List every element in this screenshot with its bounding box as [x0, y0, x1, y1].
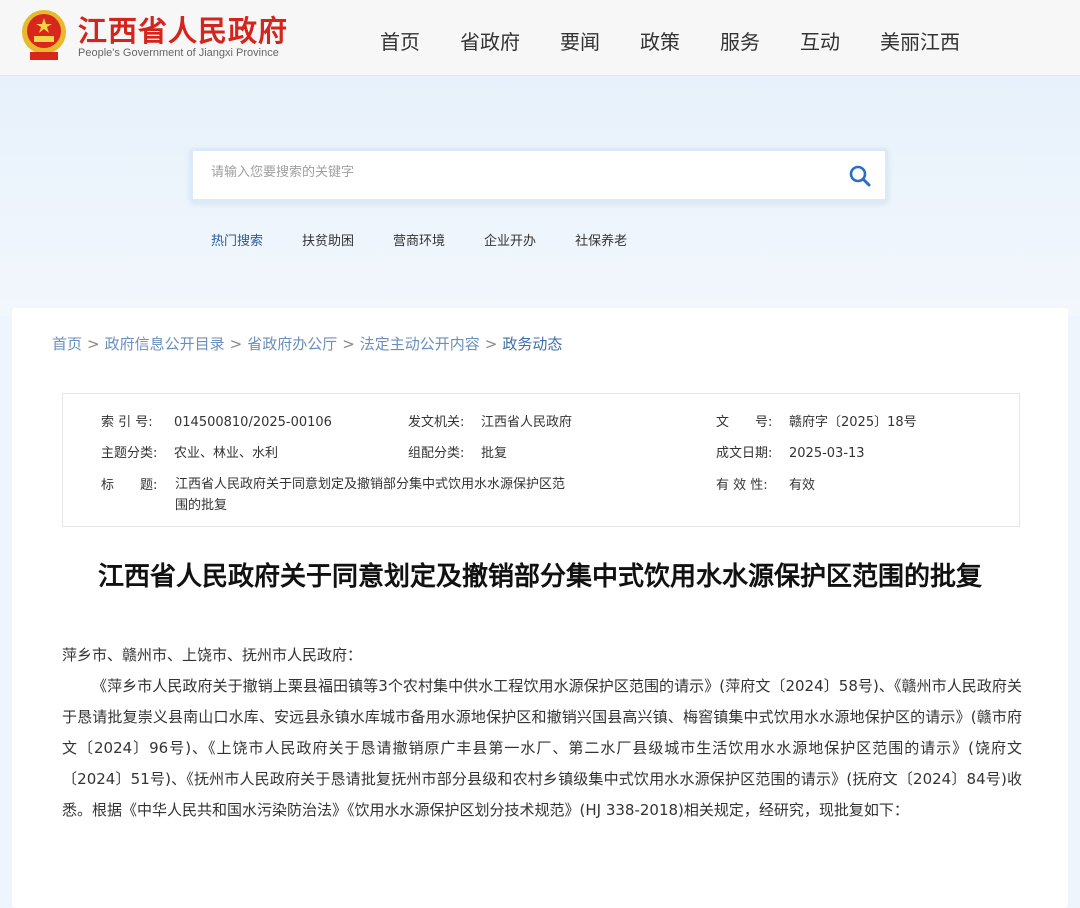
article-paragraph: 《萍乡市人民政府关于撤销上栗县福田镇等3个农村集中供水工程饮用水源保护区范围的请…	[62, 677, 1022, 819]
site-logo-subtitle: People's Government of Jiangxi Province	[78, 47, 279, 59]
search-input[interactable]	[211, 165, 811, 180]
hot-search-link[interactable]: 社保养老	[575, 230, 627, 249]
site-logo-title[interactable]: 江西省人民政府	[78, 8, 288, 50]
nav-home[interactable]: 首页	[380, 26, 420, 55]
hot-search-link[interactable]: 扶贫助困	[302, 230, 354, 249]
breadcrumb-current[interactable]: 政务动态	[502, 335, 562, 353]
breadcrumb-home[interactable]: 首页	[52, 335, 82, 353]
article-salutation: 萍乡市、赣州市、上饶市、抚州市人民政府：	[62, 646, 363, 664]
docno-value: 赣府字〔2025〕18号	[789, 415, 917, 430]
index-value: 014500810/2025-00106	[174, 415, 332, 430]
validity-value: 有效	[789, 478, 816, 493]
nav-policy[interactable]: 政策	[640, 26, 680, 55]
hot-search-link[interactable]: 营商环境	[393, 230, 445, 249]
title-label: 标 题:	[101, 478, 158, 493]
article-body: 萍乡市、赣州市、上饶市、抚州市人民政府： 《萍乡市人民政府关于撤销上栗县福田镇等…	[62, 640, 1022, 826]
article-title: 江西省人民政府关于同意划定及撤销部分集中式饮用水水源保护区范围的批复	[97, 562, 982, 592]
validity-label: 有 效 性:	[716, 478, 768, 493]
date-value: 2025-03-13	[789, 446, 865, 461]
nav-provincial-gov[interactable]: 省政府	[460, 26, 520, 55]
issuer-value: 江西省人民政府	[481, 415, 573, 430]
breadcrumb: 首页 > 政府信息公开目录 > 省政府办公厅 > 法定主动公开内容 > 政务动态	[52, 335, 563, 353]
title-value: 江西省人民政府关于同意划定及撤销部分集中式饮用水水源保护区范围的批复	[175, 477, 566, 513]
breadcrumb-item[interactable]: 法定主动公开内容	[360, 335, 480, 353]
hot-search-links: 热门搜索 扶贫助困 营商环境 企业开办 社保养老	[211, 230, 666, 249]
document-metadata: 索 引 号: 014500810/2025-00106 发文机关: 江西省人民政府 …	[62, 393, 1020, 527]
nav-news[interactable]: 要闻	[560, 26, 600, 55]
search-icon[interactable]	[847, 163, 873, 189]
hot-search-label: 热门搜索	[211, 234, 264, 249]
breadcrumb-item[interactable]: 政府信息公开目录	[105, 335, 225, 353]
hot-search-link[interactable]: 企业开办	[484, 230, 536, 249]
category-value: 批复	[481, 446, 508, 461]
national-emblem-logo	[22, 10, 66, 60]
topic-value: 农业、林业、水利	[174, 446, 279, 461]
main-nav: 首页 省政府 要闻 政策 服务 互动 美丽江西	[380, 26, 1000, 55]
nav-beautiful-jiangxi[interactable]: 美丽江西	[880, 26, 960, 55]
category-label: 组配分类:	[408, 446, 465, 461]
search-box	[190, 148, 888, 202]
docno-label: 文 号:	[716, 415, 773, 430]
nav-interaction[interactable]: 互动	[800, 26, 840, 55]
nav-services[interactable]: 服务	[720, 26, 760, 55]
issuer-label: 发文机关:	[408, 415, 465, 430]
site-header: 江西省人民政府 People's Government of Jiangxi P…	[0, 0, 1080, 76]
index-label: 索 引 号:	[101, 415, 153, 430]
date-label: 成文日期:	[716, 446, 773, 461]
topic-label: 主题分类:	[101, 446, 158, 461]
breadcrumb-item[interactable]: 省政府办公厅	[247, 335, 337, 353]
